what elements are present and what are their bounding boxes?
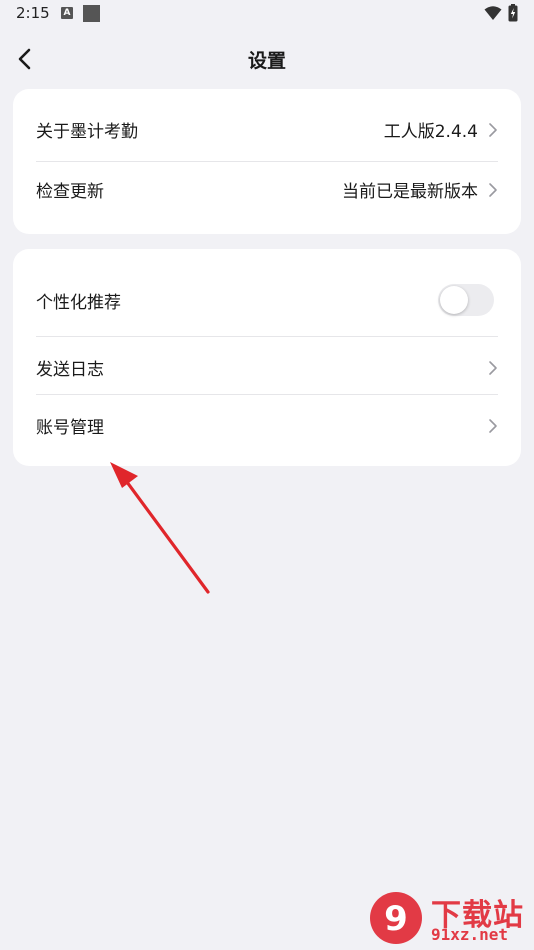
- toggle-knob: [440, 286, 468, 314]
- header-bar: 设置: [0, 36, 534, 80]
- check-update-row[interactable]: 检查更新 当前已是最新版本: [36, 177, 498, 202]
- personalized-recommend-label: 个性化推荐: [36, 292, 121, 313]
- battery-charging-icon: [508, 4, 518, 26]
- divider: [36, 394, 498, 395]
- account-manage-label: 账号管理: [36, 418, 104, 438]
- update-status-value: 当前已是最新版本: [342, 182, 478, 202]
- notification-a-icon: A: [61, 7, 73, 19]
- personalized-recommend-toggle[interactable]: [438, 284, 494, 316]
- account-manage-row[interactable]: 账号管理: [36, 413, 498, 438]
- watermark-logo: 9: [370, 892, 422, 944]
- divider: [36, 161, 498, 162]
- watermark: 9 下载站 91xz.net: [368, 888, 534, 948]
- check-update-label: 检查更新: [36, 182, 104, 202]
- personalized-recommend-row: 个性化推荐: [36, 284, 498, 316]
- notification-square-icon: [83, 5, 100, 22]
- status-bar: 2:15 A: [0, 0, 534, 28]
- divider: [36, 336, 498, 337]
- watermark-domain: 91xz.net: [431, 925, 509, 944]
- send-log-label: 发送日志: [36, 360, 104, 380]
- svg-text:9: 9: [384, 899, 408, 939]
- settings-group-account: 个性化推荐 发送日志 账号管理: [13, 249, 521, 466]
- wifi-icon: [484, 5, 502, 25]
- page-title: 设置: [247, 50, 286, 72]
- send-log-row[interactable]: 发送日志: [36, 355, 498, 380]
- app-version-value: 工人版2.4.4: [383, 122, 478, 142]
- about-app-label: 关于墨计考勤: [36, 122, 138, 142]
- settings-group-about: 关于墨计考勤 工人版2.4.4 检查更新 当前已是最新版本: [13, 89, 521, 234]
- chevron-right-icon: [488, 122, 498, 138]
- status-time: 2:15: [16, 4, 50, 22]
- chevron-right-icon: [488, 182, 498, 198]
- annotation-arrow: [110, 462, 210, 594]
- chevron-right-icon: [488, 418, 498, 434]
- about-app-row[interactable]: 关于墨计考勤 工人版2.4.4: [36, 117, 498, 142]
- chevron-right-icon: [488, 360, 498, 376]
